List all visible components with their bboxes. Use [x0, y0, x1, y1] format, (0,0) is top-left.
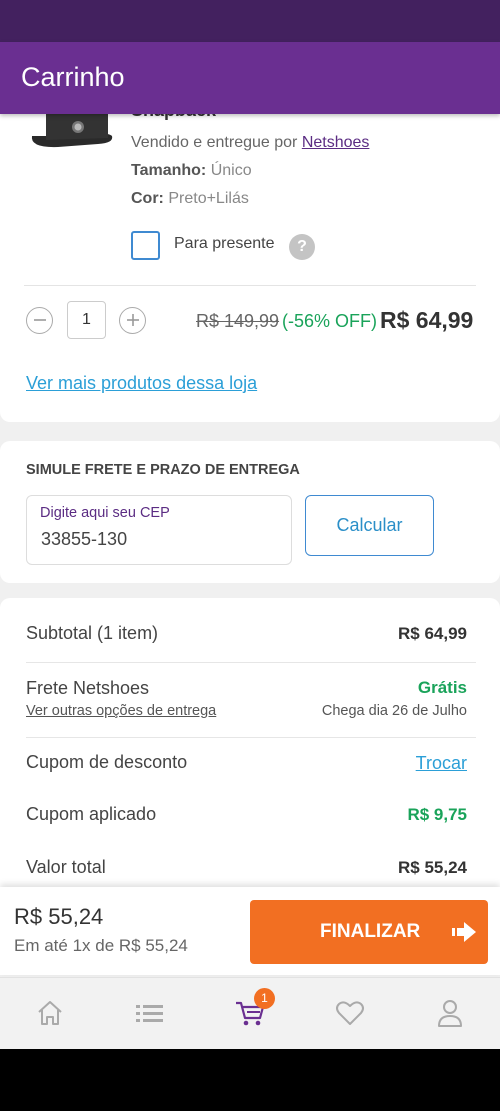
size-value: Único [210, 162, 252, 179]
color-value: Preto+Lilás [168, 190, 249, 207]
calculate-button[interactable]: Calcular [305, 495, 434, 556]
screen: Carrinho Snapback Vendido e entregue por… [0, 0, 500, 1049]
divider [26, 737, 476, 738]
product-card: Snapback Vendido e entregue por Netshoes… [0, 100, 500, 422]
shipping-label: Frete Netshoes [26, 678, 150, 698]
cep-input[interactable]: 33855-130 [41, 529, 127, 550]
cep-label: Digite aqui seu CEP [40, 505, 170, 521]
footer-total: R$ 55,24 [14, 904, 104, 929]
shipping-card: SIMULE FRETE E PRAZO DE ENTREGA Digite a… [0, 441, 500, 583]
cart-badge: 1 [254, 988, 275, 1009]
delivery-date: Chega dia 26 de Julho [321, 703, 467, 719]
subtotal-label: Subtotal (1 item) [26, 623, 159, 643]
minus-icon [33, 319, 46, 321]
help-icon[interactable]: ? [289, 234, 315, 260]
checkout-bar: R$ 55,24 Em até 1x de R$ 55,24 FINALIZAR [0, 887, 500, 975]
finalize-label: FINALIZAR [320, 921, 421, 942]
page-title: Carrinho [21, 62, 125, 92]
other-delivery-options-link[interactable]: Ver outras opções de entrega [26, 703, 216, 719]
divider [24, 285, 476, 286]
total-label: Valor total [26, 857, 106, 877]
cep-field[interactable]: Digite aqui seu CEP 33855-130 [26, 495, 292, 565]
current-price: R$ 64,99 [380, 307, 474, 333]
list-icon[interactable] [134, 998, 164, 1028]
shipping-value: Grátis [417, 678, 467, 697]
plus-icon [126, 314, 139, 326]
seller-line: Vendido e entregue por Netshoes [131, 134, 369, 152]
change-coupon-link[interactable]: Trocar [416, 753, 467, 774]
seller-link[interactable]: Netshoes [302, 134, 370, 151]
status-bar [0, 0, 500, 42]
order-summary: Subtotal (1 item) R$ 64,99 Frete Netshoe… [0, 598, 500, 898]
arrow-right-icon [452, 922, 476, 942]
original-price: R$ 149,99 [196, 311, 280, 331]
quantity-increase-button[interactable] [119, 307, 146, 334]
product-image[interactable] [28, 114, 116, 154]
divider [26, 662, 476, 663]
gift-label: Para presente [174, 235, 275, 252]
total-value: R$ 55,24 [398, 858, 467, 877]
size-line: Tamanho: Único [131, 162, 252, 180]
quantity-decrease-button[interactable] [26, 307, 53, 334]
bottom-navigation: 1 [0, 977, 500, 1049]
applied-coupon-value: R$ 9,75 [407, 805, 467, 824]
app-bar: Carrinho [0, 42, 500, 114]
installments-text: Em até 1x de R$ 55,24 [14, 936, 188, 955]
subtotal-value: R$ 64,99 [398, 624, 467, 643]
discount-badge: (-56% OFF) [282, 311, 378, 331]
profile-icon[interactable] [435, 998, 465, 1028]
seller-prefix: Vendido e entregue por [131, 134, 302, 151]
coupon-label: Cupom de desconto [26, 752, 188, 772]
gift-checkbox[interactable] [131, 231, 160, 260]
applied-coupon-label: Cupom aplicado [26, 804, 157, 824]
color-line: Cor: Preto+Lilás [131, 190, 249, 208]
quantity-input[interactable]: 1 [67, 301, 106, 339]
more-products-link[interactable]: Ver mais produtos dessa loja [26, 373, 257, 394]
shipping-title: SIMULE FRETE E PRAZO DE ENTREGA [26, 462, 300, 478]
home-icon[interactable] [35, 998, 65, 1028]
color-label: Cor: [131, 190, 164, 207]
finalize-button[interactable]: FINALIZAR [250, 900, 488, 964]
size-label: Tamanho: [131, 162, 207, 179]
heart-icon[interactable] [335, 998, 365, 1028]
